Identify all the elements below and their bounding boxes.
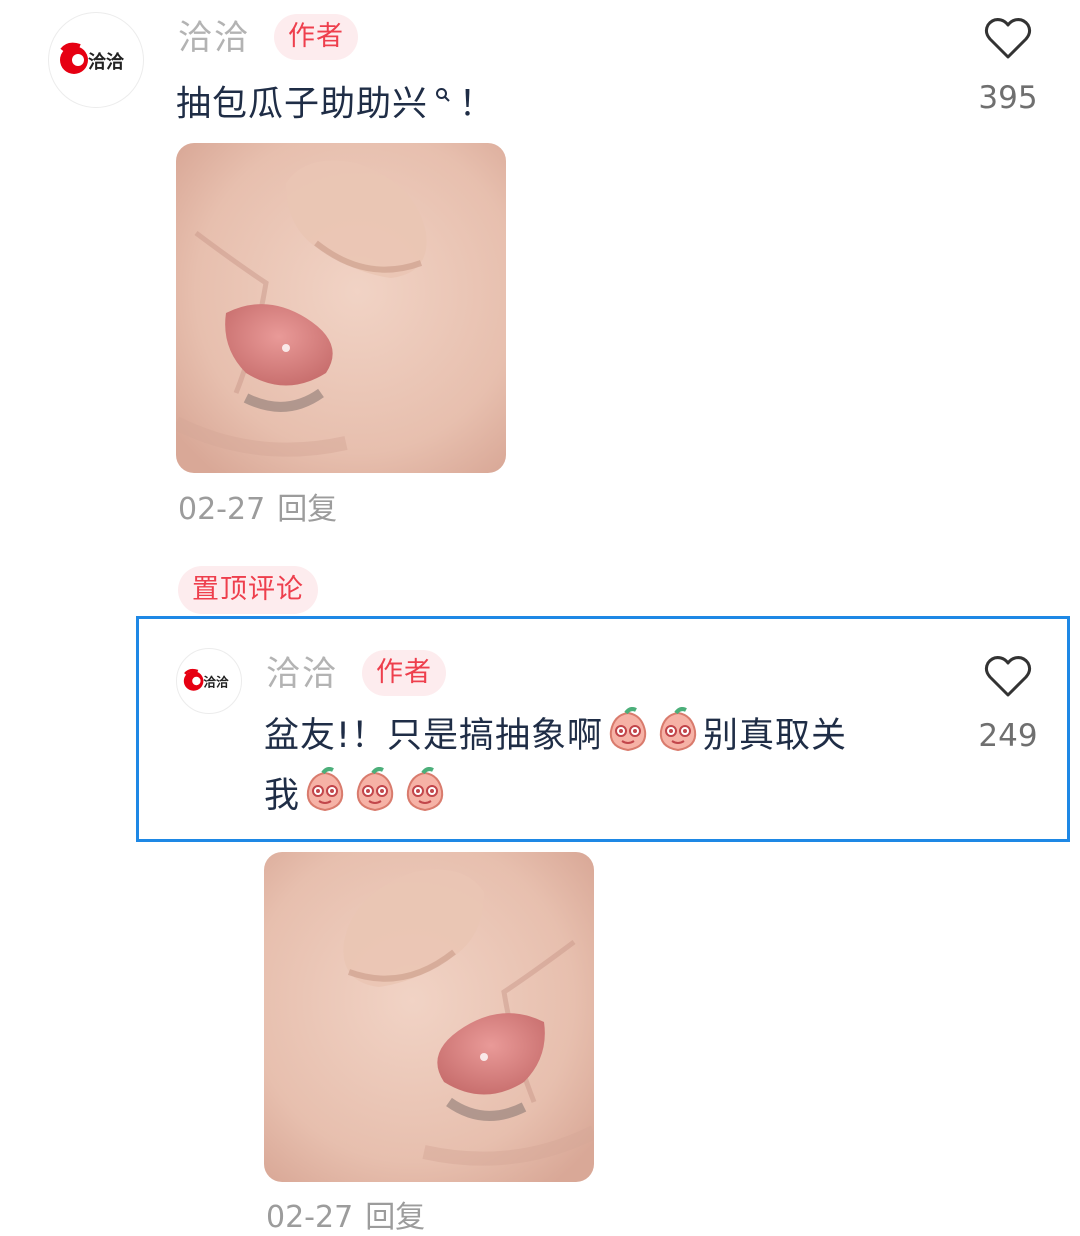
peach-crying-emoji-icon — [659, 707, 697, 752]
like-count: 395 — [978, 80, 1038, 116]
comment-meta: 02-27 回复 — [266, 1200, 437, 1236]
peach-crying-emoji-icon — [306, 767, 344, 812]
comment-text-end: ！ — [458, 84, 495, 125]
peach-crying-emoji-icon — [356, 767, 394, 812]
author-badge: 作者 — [362, 650, 446, 696]
comment-text-main: 抽包瓜子助助兴 — [176, 84, 429, 125]
search-hint-icon[interactable] — [428, 84, 459, 108]
comment-2: 洽洽 洽洽 作者 盆友!！只是搞抽象啊 别真取关 我 249 02-27 回复 — [0, 620, 1080, 1236]
comment-image[interactable] — [176, 143, 506, 473]
comment-image[interactable] — [264, 852, 594, 1182]
heart-icon — [984, 18, 1032, 59]
meme-face-image — [264, 852, 594, 1182]
username[interactable]: 洽洽 — [178, 18, 250, 58]
username[interactable]: 洽洽 — [266, 654, 338, 694]
svg-text:洽洽: 洽洽 — [88, 51, 125, 73]
comment-text: 抽包瓜子助助兴 ！ — [176, 66, 936, 135]
like-button[interactable] — [973, 16, 1043, 64]
meme-face-image — [176, 143, 506, 473]
comment-line-2: 我 — [264, 766, 924, 826]
like-count: 249 — [978, 718, 1038, 754]
brand-logo-icon: 洽洽 — [60, 42, 125, 74]
peach-crying-emoji-icon — [406, 767, 444, 812]
comment-meta: 02-27 回复 — [178, 492, 349, 528]
avatar[interactable]: 洽洽 — [48, 12, 144, 108]
comment-text: 盆友!！只是搞抽象啊 别真取关 我 — [264, 706, 924, 826]
reply-button[interactable]: 回复 — [277, 492, 337, 527]
brand-logo-icon: 洽洽 — [183, 668, 229, 691]
comment-1: 洽洽 洽洽 作者 抽包瓜子助助兴 ！ 395 02-27 回复 — [0, 0, 1080, 560]
heart-icon — [984, 656, 1032, 697]
like-button[interactable] — [973, 654, 1043, 702]
comment-date: 02-27 — [178, 492, 266, 527]
author-badge: 作者 — [274, 14, 358, 60]
peach-crying-emoji-icon — [609, 707, 647, 752]
svg-text:洽洽: 洽洽 — [203, 675, 229, 690]
reply-button[interactable]: 回复 — [365, 1200, 425, 1235]
pinned-comment-tag: 置顶评论 — [178, 566, 318, 614]
comment-date: 02-27 — [266, 1200, 354, 1235]
comment-line-1: 盆友!！只是搞抽象啊 别真取关 — [264, 706, 924, 766]
avatar[interactable]: 洽洽 — [176, 648, 242, 714]
